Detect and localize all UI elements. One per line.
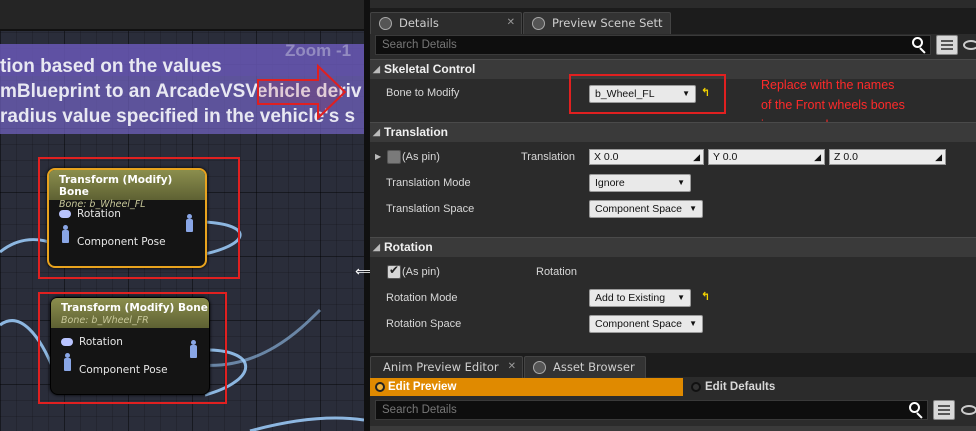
drag-handle-icon[interactable]: ◢ [814,150,821,164]
translation-field-label: Translation [521,151,576,163]
collapse-arrow-icon[interactable]: ◢ [373,238,380,257]
tab-details-label: Details [399,16,439,30]
translation-mode-value: Ignore [595,177,625,189]
rotation-mode-dropdown[interactable]: Add to Existing ▼ [589,289,691,307]
rotation-space-value: Component Space [595,318,682,330]
rotation-as-pin-label: (As pin) [402,266,440,278]
drag-handle-icon[interactable]: ◢ [693,150,700,164]
bottom-tab-bar: Anim Preview Editor ✕ Asset Browser [370,353,976,378]
tab-preview-scene-settings[interactable]: Preview Scene Sett [523,12,671,34]
details-panel: Details ✕ Preview Scene Sett Search Deta… [370,0,976,431]
translation-mode-label: Translation Mode [386,177,471,189]
collapse-arrow-icon[interactable]: ◢ [373,123,380,142]
category-title: Skeletal Control [384,62,476,76]
annotation-line-2: of the Front wheels bones [761,98,905,112]
highlight-box-node-fr [38,292,227,404]
translation-mode-dropdown[interactable]: Ignore ▼ [589,174,691,192]
edit-mode-bar: Edit Preview Edit Defaults [370,378,976,398]
tab-preview-label: Preview Scene Sett [552,16,663,30]
tab-asset-browser[interactable]: Asset Browser [524,356,646,378]
close-icon[interactable]: ✕ [507,13,515,33]
expand-arrow-icon[interactable]: ▶ [375,152,381,161]
chevron-down-icon: ▼ [689,204,697,213]
edit-preview-radio[interactable]: Edit Preview [370,378,683,396]
chevron-down-icon: ▼ [677,178,685,187]
rotation-space-dropdown[interactable]: Component Space ▼ [589,315,703,333]
category-header-partial [370,426,976,431]
search-details-input-bottom[interactable]: Search Details [375,400,928,420]
view-options-button[interactable] [933,400,955,420]
wire-6 [249,416,364,431]
tab-anim-preview-editor[interactable]: Anim Preview Editor ✕ [370,356,523,378]
translation-space-label: Translation Space [386,203,475,215]
edit-defaults-label: Edit Defaults [705,381,776,393]
edit-preview-label: Edit Preview [388,381,457,393]
translation-y-field[interactable]: Y 0.0 ◢ [708,149,825,165]
details-icon [379,17,392,30]
translation-y-value: Y 0.0 [713,151,738,163]
search-details-input[interactable]: Search Details [375,35,931,55]
translation-x-field[interactable]: X 0.0 ◢ [589,149,704,165]
tab-anim-preview-label: Anim Preview Editor [383,360,499,374]
drag-handle-icon[interactable]: ◢ [935,150,942,164]
translation-z-field[interactable]: Z 0.0 ◢ [829,149,946,165]
highlight-box-bone-dropdown [569,74,726,114]
category-title: Translation [384,125,449,139]
reset-to-default-icon[interactable]: ↰ [701,290,710,303]
rotation-mode-label: Rotation Mode [386,292,458,304]
radio-selected-icon [375,382,385,392]
rotation-mode-value: Add to Existing [595,292,666,304]
asset-browser-icon [533,361,546,374]
preview-scene-icon [532,17,545,30]
anim-graph-canvas[interactable]: tion based on the values mBlueprint to a… [0,0,364,431]
category-translation[interactable]: ◢ Translation [370,122,976,142]
translation-as-pin-label: (As pin) [402,151,440,163]
eye-icon[interactable] [963,40,976,50]
category-rotation[interactable]: ◢ Rotation [370,237,976,257]
collapse-arrow-icon[interactable]: ◢ [373,60,380,79]
chevron-down-icon: ▼ [677,293,685,302]
arrow-annotation [257,63,347,121]
bone-to-modify-label: Bone to Modify [386,87,460,99]
rotation-space-label: Rotation Space [386,318,462,330]
translation-space-value: Component Space [595,203,682,215]
edit-defaults-radio[interactable]: Edit Defaults [683,378,976,396]
rotation-field-label: Rotation [536,266,577,278]
translation-z-value: Z 0.0 [834,151,858,163]
annotation-line-1: Replace with the names [761,78,895,92]
checkmark-icon: ✔ [389,263,400,277]
search-icon[interactable] [907,401,925,419]
category-title: Rotation [384,240,433,254]
translation-space-dropdown[interactable]: Component Space ▼ [589,200,703,218]
translation-as-pin-checkbox[interactable] [387,150,401,164]
translation-x-value: X 0.0 [594,151,619,163]
rotation-as-pin-checkbox[interactable]: ✔ [387,263,401,279]
close-icon[interactable]: ✕ [508,357,516,377]
top-tab-bar: Details ✕ Preview Scene Sett [370,8,976,34]
tab-details[interactable]: Details ✕ [370,12,522,34]
tab-asset-browser-label: Asset Browser [553,360,635,374]
search-icon[interactable] [910,36,928,54]
radio-unselected-icon [691,382,701,392]
chevron-down-icon: ▼ [689,319,697,328]
highlight-box-node-fl [38,157,240,279]
eye-icon[interactable] [961,405,976,415]
view-options-button[interactable] [936,35,958,55]
